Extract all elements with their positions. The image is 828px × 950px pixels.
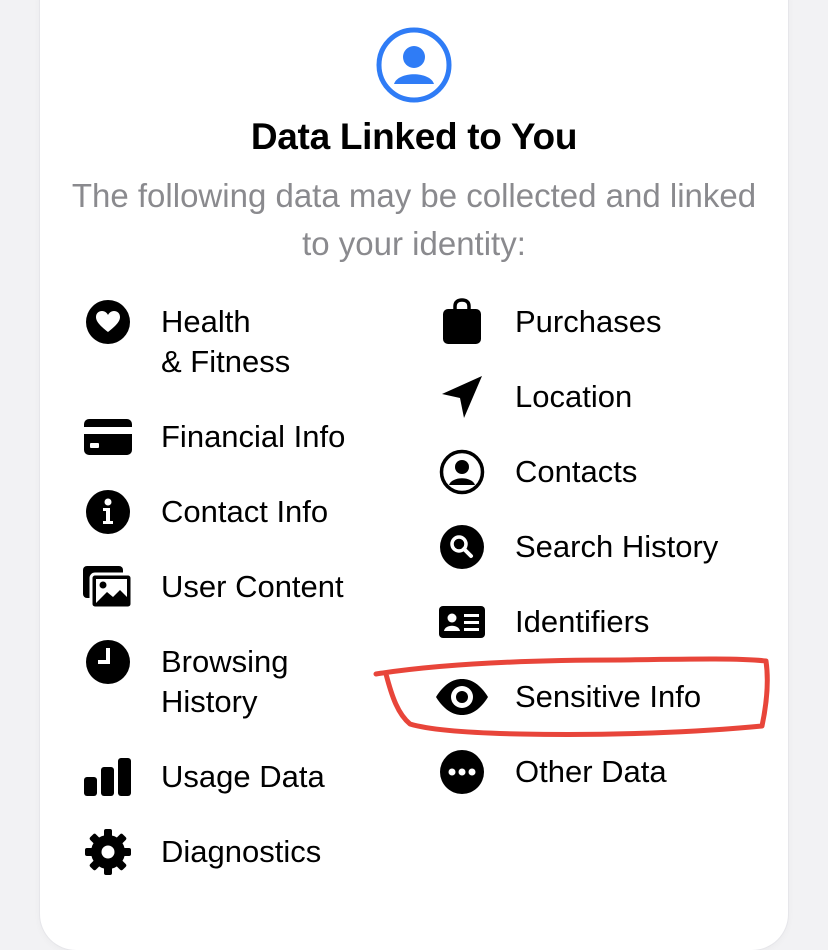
data-item-label: Location (515, 379, 633, 414)
info-icon (82, 486, 134, 538)
data-item-label: Other Data (515, 754, 667, 789)
credit-card-icon (82, 411, 134, 463)
bar-chart-icon (82, 751, 134, 803)
clock-icon (82, 636, 134, 688)
page-title: Data Linked to You (250, 116, 578, 157)
photos-icon (82, 561, 134, 613)
location-arrow-icon (436, 371, 488, 423)
eye-icon (436, 671, 488, 723)
data-item-label: Health (161, 304, 251, 339)
data-item-label: Search History (515, 529, 719, 564)
data-item-label: Financial Info (161, 419, 346, 454)
data-item-label: Purchases (515, 304, 662, 339)
data-item-label: User Content (161, 569, 344, 604)
data-item-label: Contact Info (161, 494, 329, 529)
shopping-bag-icon (436, 296, 488, 348)
page-subtitle: The following data may be collected and … (71, 177, 757, 262)
data-item-label: Diagnostics (161, 834, 322, 869)
ellipsis-icon (436, 746, 488, 798)
person-circle-icon (376, 27, 452, 103)
heart-icon (82, 296, 134, 348)
data-item-label: Usage Data (161, 759, 325, 794)
data-item-label: & Fitness (161, 344, 291, 379)
data-item-label: Contacts (515, 454, 638, 489)
magnifier-icon (436, 521, 488, 573)
id-card-icon (436, 596, 488, 648)
data-item-label: Sensitive Info (515, 679, 702, 714)
gear-icon (82, 826, 134, 878)
person-circle-icon (436, 446, 488, 498)
data-item-label: Browsing (161, 644, 289, 679)
data-item-label: Identifiers (515, 604, 650, 639)
data-item-label: History (161, 684, 258, 719)
